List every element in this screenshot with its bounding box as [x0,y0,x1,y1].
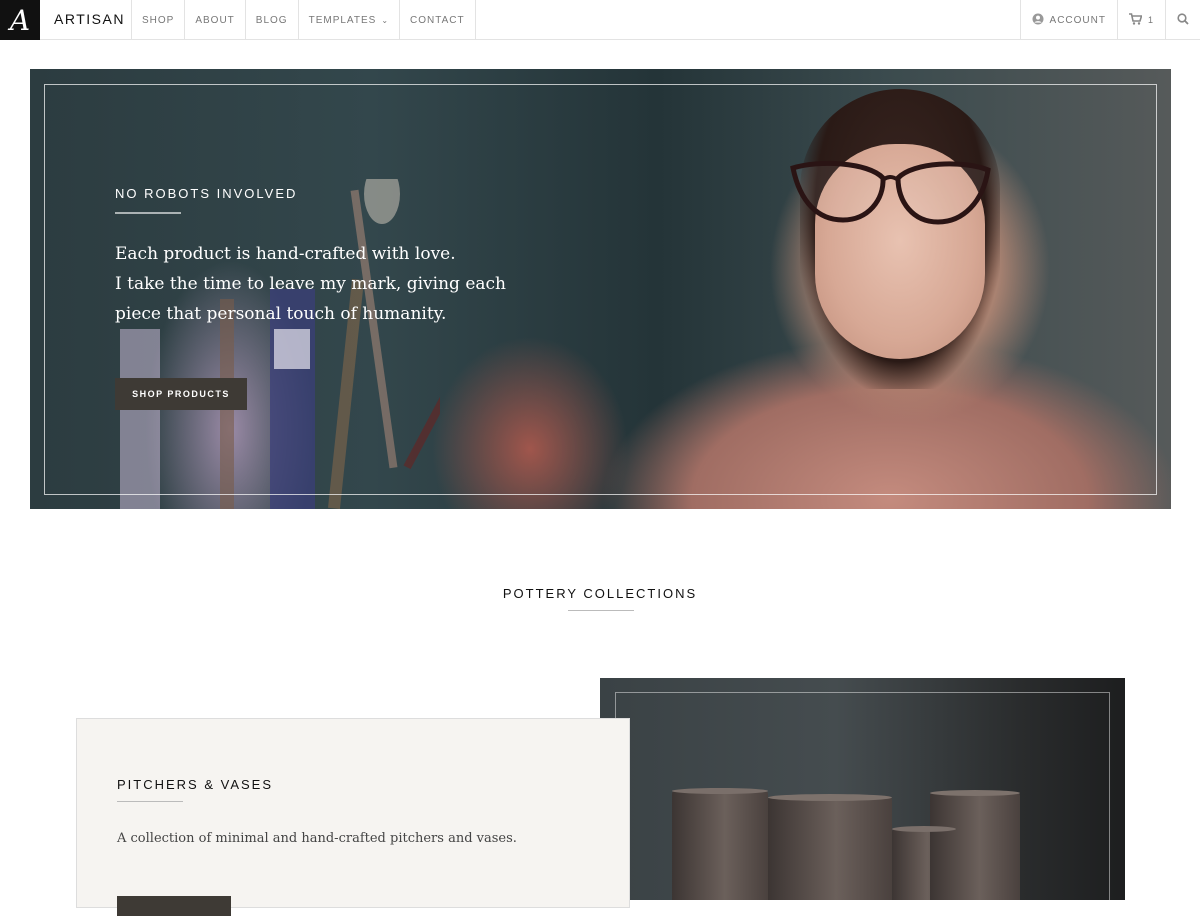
hero-line-1: Each product is hand-crafted with love. [115,244,456,264]
cart-count: 1 [1147,15,1154,25]
chevron-down-icon: ⌄ [381,15,390,25]
main-nav: SHOP ABOUT BLOG TEMPLATES ⌄ CONTACT [131,0,476,40]
pottery-image[interactable] [600,678,1125,900]
collection-divider [117,801,183,802]
hero-banner: NO ROBOTS INVOLVED Each product is hand-… [30,69,1171,509]
nav-contact[interactable]: CONTACT [399,0,476,40]
cart-link[interactable]: 1 [1116,0,1165,40]
pitcher-rim-3 [892,826,956,832]
account-label: ACCOUNT [1049,14,1106,26]
logo-letter: A [9,3,31,37]
shop-products-button[interactable]: SHOP PRODUCTS [115,378,247,410]
hero-eyebrow: NO ROBOTS INVOLVED [115,186,298,201]
section-divider [568,610,634,611]
nav-templates[interactable]: TEMPLATES ⌄ [297,0,399,40]
section-title: POTTERY COLLECTIONS [502,586,698,601]
collection-button[interactable] [117,896,231,916]
account-link[interactable]: ACCOUNT [1019,0,1117,40]
pitcher-rim-4 [930,790,1020,796]
pitcher-rim-1 [672,788,768,794]
collection-title: PITCHERS & VASES [117,777,274,792]
hero-line-3: piece that personal touch of humanity. [115,304,447,324]
pitcher-rim-2 [768,794,892,801]
search-icon [1177,12,1189,28]
nav-about-label: ABOUT [195,14,235,26]
collection-card: PITCHERS & VASES A collection of minimal… [76,718,630,916]
logo[interactable]: A [0,0,40,40]
collection-description: A collection of minimal and hand-crafted… [117,831,517,846]
nav-contact-label: CONTACT [410,14,465,26]
pitcher-2 [768,796,892,900]
site-header: A ARTISAN SHOP ABOUT BLOG TEMPLATES ⌄ CON… [0,0,1200,40]
hero-text: Each product is hand-crafted with love. … [115,239,535,329]
nav-shop-label: SHOP [142,14,175,26]
hero-line-2: I take the time to leave my mark, giving… [115,274,506,294]
cart-icon [1128,12,1143,28]
utility-nav: ACCOUNT 1 [1019,0,1200,40]
nav-blog-label: BLOG [255,14,288,26]
hero-divider [115,212,181,214]
nav-templates-label: TEMPLATES [308,14,377,26]
user-icon [1032,13,1044,28]
search-button[interactable] [1165,0,1200,40]
nav-blog[interactable]: BLOG [244,0,298,40]
pitcher-1 [672,790,768,900]
nav-shop[interactable]: SHOP [131,0,184,40]
nav-about[interactable]: ABOUT [184,0,244,40]
pitcher-4 [930,792,1020,900]
brand-name[interactable]: ARTISAN [54,11,125,27]
